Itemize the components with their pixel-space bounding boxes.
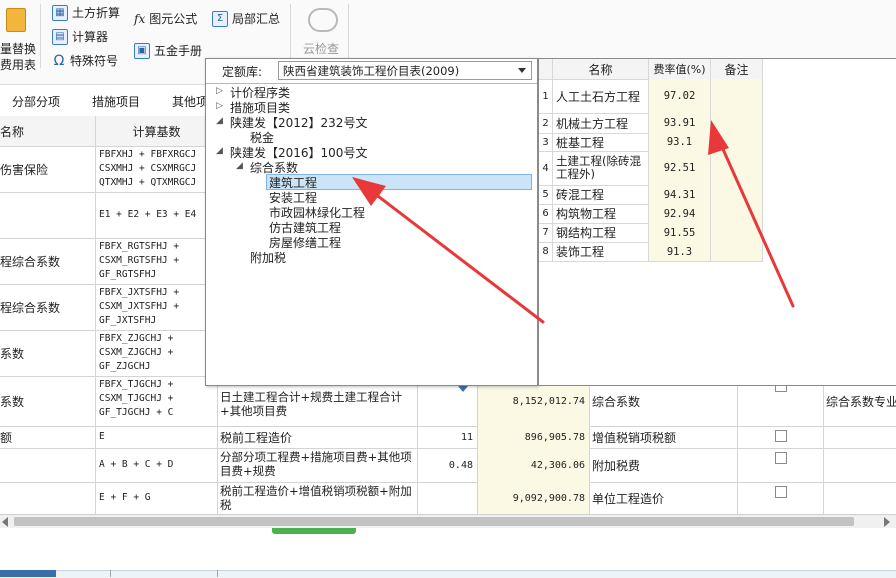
annotation-arrow-left xyxy=(352,177,545,324)
annotation-arrows xyxy=(352,120,795,324)
annotation-arrow-right xyxy=(708,120,795,308)
